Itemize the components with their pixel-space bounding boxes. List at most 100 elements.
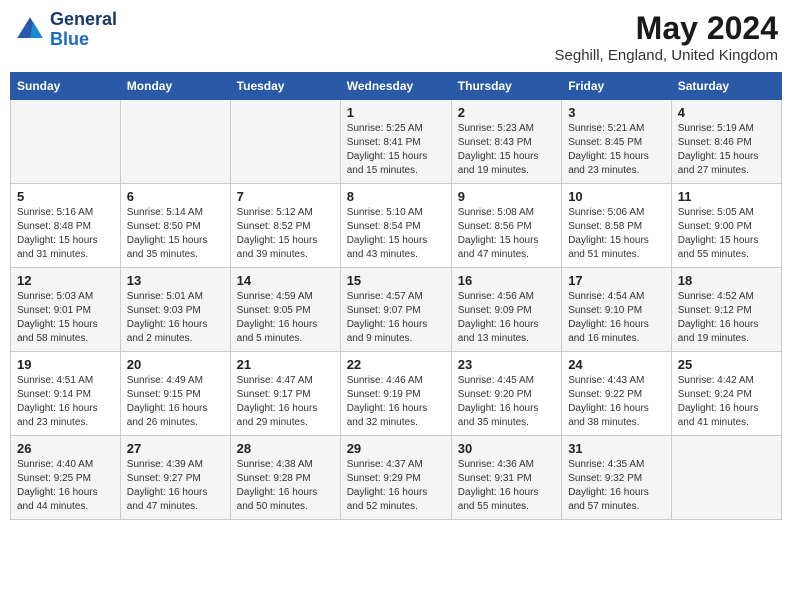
day-info: Sunrise: 4:49 AM Sunset: 9:15 PM Dayligh…: [127, 374, 224, 430]
day-number: 30: [458, 441, 555, 456]
day-cell: 16 Sunrise: 4:56 AM Sunset: 9:09 PM Dayli…: [451, 268, 561, 352]
week-row-4: 19 Sunrise: 4:51 AM Sunset: 9:14 PM Dayli…: [11, 352, 782, 436]
day-info: Sunrise: 4:40 AM Sunset: 9:25 PM Dayligh…: [17, 458, 114, 514]
day-info: Sunrise: 4:37 AM Sunset: 9:29 PM Dayligh…: [347, 458, 445, 514]
day-header-tuesday: Tuesday: [230, 73, 340, 100]
day-info: Sunrise: 5:14 AM Sunset: 8:50 PM Dayligh…: [127, 206, 224, 262]
day-number: 7: [237, 189, 334, 204]
day-number: 17: [568, 273, 665, 288]
day-cell: 9Sunrise: 5:08 AM Sunset: 8:56 PM Daylig…: [451, 184, 561, 268]
day-number: 18: [678, 273, 775, 288]
day-info: Sunrise: 5:21 AM Sunset: 8:45 PM Dayligh…: [568, 122, 665, 178]
day-info: Sunrise: 4:46 AM Sunset: 9:19 PM Dayligh…: [347, 374, 445, 430]
day-number: 19: [17, 357, 114, 372]
day-cell: 28 Sunrise: 4:38 AM Sunset: 9:28 PM Dayli…: [230, 436, 340, 520]
day-number: 24: [568, 357, 665, 372]
day-number: 12: [17, 273, 114, 288]
logo-text: General Blue: [50, 10, 117, 50]
day-number: 11: [678, 189, 775, 204]
day-info: Sunrise: 5:25 AM Sunset: 8:41 PM Dayligh…: [347, 122, 445, 178]
day-info: Sunrise: 4:59 AM Sunset: 9:05 PM Dayligh…: [237, 290, 334, 346]
day-header-saturday: Saturday: [671, 73, 781, 100]
day-cell: 30 Sunrise: 4:36 AM Sunset: 9:31 PM Dayli…: [451, 436, 561, 520]
day-info: Sunrise: 4:54 AM Sunset: 9:10 PM Dayligh…: [568, 290, 665, 346]
day-cell: 5Sunrise: 5:16 AM Sunset: 8:48 PM Daylig…: [11, 184, 121, 268]
day-headers-row: SundayMondayTuesdayWednesdayThursdayFrid…: [11, 73, 782, 100]
day-cell: 6 Sunrise: 5:14 AM Sunset: 8:50 PM Daylig…: [120, 184, 230, 268]
day-info: Sunrise: 5:01 AM Sunset: 9:03 PM Dayligh…: [127, 290, 224, 346]
logo: General Blue: [14, 10, 117, 50]
day-info: Sunrise: 5:05 AM Sunset: 9:00 PM Dayligh…: [678, 206, 775, 262]
day-number: 15: [347, 273, 445, 288]
day-cell: 13 Sunrise: 5:01 AM Sunset: 9:03 PM Dayli…: [120, 268, 230, 352]
week-row-1: 1Sunrise: 5:25 AM Sunset: 8:41 PM Daylig…: [11, 100, 782, 184]
day-cell: 19 Sunrise: 4:51 AM Sunset: 9:14 PM Dayli…: [11, 352, 121, 436]
month-year: May 2024: [555, 10, 778, 47]
day-header-sunday: Sunday: [11, 73, 121, 100]
day-cell: 8 Sunrise: 5:10 AM Sunset: 8:54 PM Daylig…: [340, 184, 451, 268]
day-number: 9: [458, 189, 555, 204]
day-info: Sunrise: 5:10 AM Sunset: 8:54 PM Dayligh…: [347, 206, 445, 262]
calendar-table: SundayMondayTuesdayWednesdayThursdayFrid…: [10, 72, 782, 520]
location: Seghill, England, United Kingdom: [555, 47, 778, 64]
day-cell: [671, 436, 781, 520]
day-info: Sunrise: 4:35 AM Sunset: 9:32 PM Dayligh…: [568, 458, 665, 514]
day-number: 13: [127, 273, 224, 288]
week-row-2: 5Sunrise: 5:16 AM Sunset: 8:48 PM Daylig…: [11, 184, 782, 268]
logo-icon: [14, 14, 46, 46]
day-info: Sunrise: 4:43 AM Sunset: 9:22 PM Dayligh…: [568, 374, 665, 430]
day-cell: 25 Sunrise: 4:42 AM Sunset: 9:24 PM Dayli…: [671, 352, 781, 436]
day-info: Sunrise: 4:47 AM Sunset: 9:17 PM Dayligh…: [237, 374, 334, 430]
day-cell: 7 Sunrise: 5:12 AM Sunset: 8:52 PM Daylig…: [230, 184, 340, 268]
day-number: 6: [127, 189, 224, 204]
day-info: Sunrise: 5:03 AM Sunset: 9:01 PM Dayligh…: [17, 290, 114, 346]
day-number: 4: [678, 105, 775, 120]
day-cell: [230, 100, 340, 184]
day-number: 20: [127, 357, 224, 372]
day-info: Sunrise: 5:06 AM Sunset: 8:58 PM Dayligh…: [568, 206, 665, 262]
day-cell: 31Sunrise: 4:35 AM Sunset: 9:32 PM Dayli…: [562, 436, 672, 520]
day-cell: 10 Sunrise: 5:06 AM Sunset: 8:58 PM Dayli…: [562, 184, 672, 268]
day-number: 5: [17, 189, 114, 204]
day-number: 2: [458, 105, 555, 120]
page-header: General Blue May 2024 Seghill, England, …: [10, 10, 782, 64]
day-number: 22: [347, 357, 445, 372]
day-cell: 29 Sunrise: 4:37 AM Sunset: 9:29 PM Dayli…: [340, 436, 451, 520]
day-info: Sunrise: 5:19 AM Sunset: 8:46 PM Dayligh…: [678, 122, 775, 178]
day-info: Sunrise: 4:56 AM Sunset: 9:09 PM Dayligh…: [458, 290, 555, 346]
day-header-monday: Monday: [120, 73, 230, 100]
week-row-3: 12 Sunrise: 5:03 AM Sunset: 9:01 PM Dayli…: [11, 268, 782, 352]
day-cell: 2Sunrise: 5:23 AM Sunset: 8:43 PM Daylig…: [451, 100, 561, 184]
day-number: 28: [237, 441, 334, 456]
title-section: May 2024 Seghill, England, United Kingdo…: [555, 10, 778, 64]
week-row-5: 26 Sunrise: 4:40 AM Sunset: 9:25 PM Dayli…: [11, 436, 782, 520]
day-header-thursday: Thursday: [451, 73, 561, 100]
day-number: 23: [458, 357, 555, 372]
day-info: Sunrise: 4:45 AM Sunset: 9:20 PM Dayligh…: [458, 374, 555, 430]
day-info: Sunrise: 4:52 AM Sunset: 9:12 PM Dayligh…: [678, 290, 775, 346]
day-number: 25: [678, 357, 775, 372]
day-number: 26: [17, 441, 114, 456]
day-cell: 3 Sunrise: 5:21 AM Sunset: 8:45 PM Daylig…: [562, 100, 672, 184]
day-info: Sunrise: 4:39 AM Sunset: 9:27 PM Dayligh…: [127, 458, 224, 514]
day-number: 21: [237, 357, 334, 372]
day-info: Sunrise: 4:51 AM Sunset: 9:14 PM Dayligh…: [17, 374, 114, 430]
day-number: 8: [347, 189, 445, 204]
day-cell: 18 Sunrise: 4:52 AM Sunset: 9:12 PM Dayli…: [671, 268, 781, 352]
day-cell: 14Sunrise: 4:59 AM Sunset: 9:05 PM Dayli…: [230, 268, 340, 352]
calendar-body: 1Sunrise: 5:25 AM Sunset: 8:41 PM Daylig…: [11, 100, 782, 520]
day-number: 29: [347, 441, 445, 456]
day-info: Sunrise: 4:42 AM Sunset: 9:24 PM Dayligh…: [678, 374, 775, 430]
day-info: Sunrise: 4:57 AM Sunset: 9:07 PM Dayligh…: [347, 290, 445, 346]
day-number: 16: [458, 273, 555, 288]
day-cell: 11 Sunrise: 5:05 AM Sunset: 9:00 PM Dayli…: [671, 184, 781, 268]
day-info: Sunrise: 5:12 AM Sunset: 8:52 PM Dayligh…: [237, 206, 334, 262]
day-number: 10: [568, 189, 665, 204]
day-number: 3: [568, 105, 665, 120]
day-cell: 4 Sunrise: 5:19 AM Sunset: 8:46 PM Daylig…: [671, 100, 781, 184]
day-info: Sunrise: 4:38 AM Sunset: 9:28 PM Dayligh…: [237, 458, 334, 514]
day-cell: 27Sunrise: 4:39 AM Sunset: 9:27 PM Dayli…: [120, 436, 230, 520]
day-cell: 17 Sunrise: 4:54 AM Sunset: 9:10 PM Dayli…: [562, 268, 672, 352]
day-info: Sunrise: 4:36 AM Sunset: 9:31 PM Dayligh…: [458, 458, 555, 514]
day-cell: 20 Sunrise: 4:49 AM Sunset: 9:15 PM Dayli…: [120, 352, 230, 436]
